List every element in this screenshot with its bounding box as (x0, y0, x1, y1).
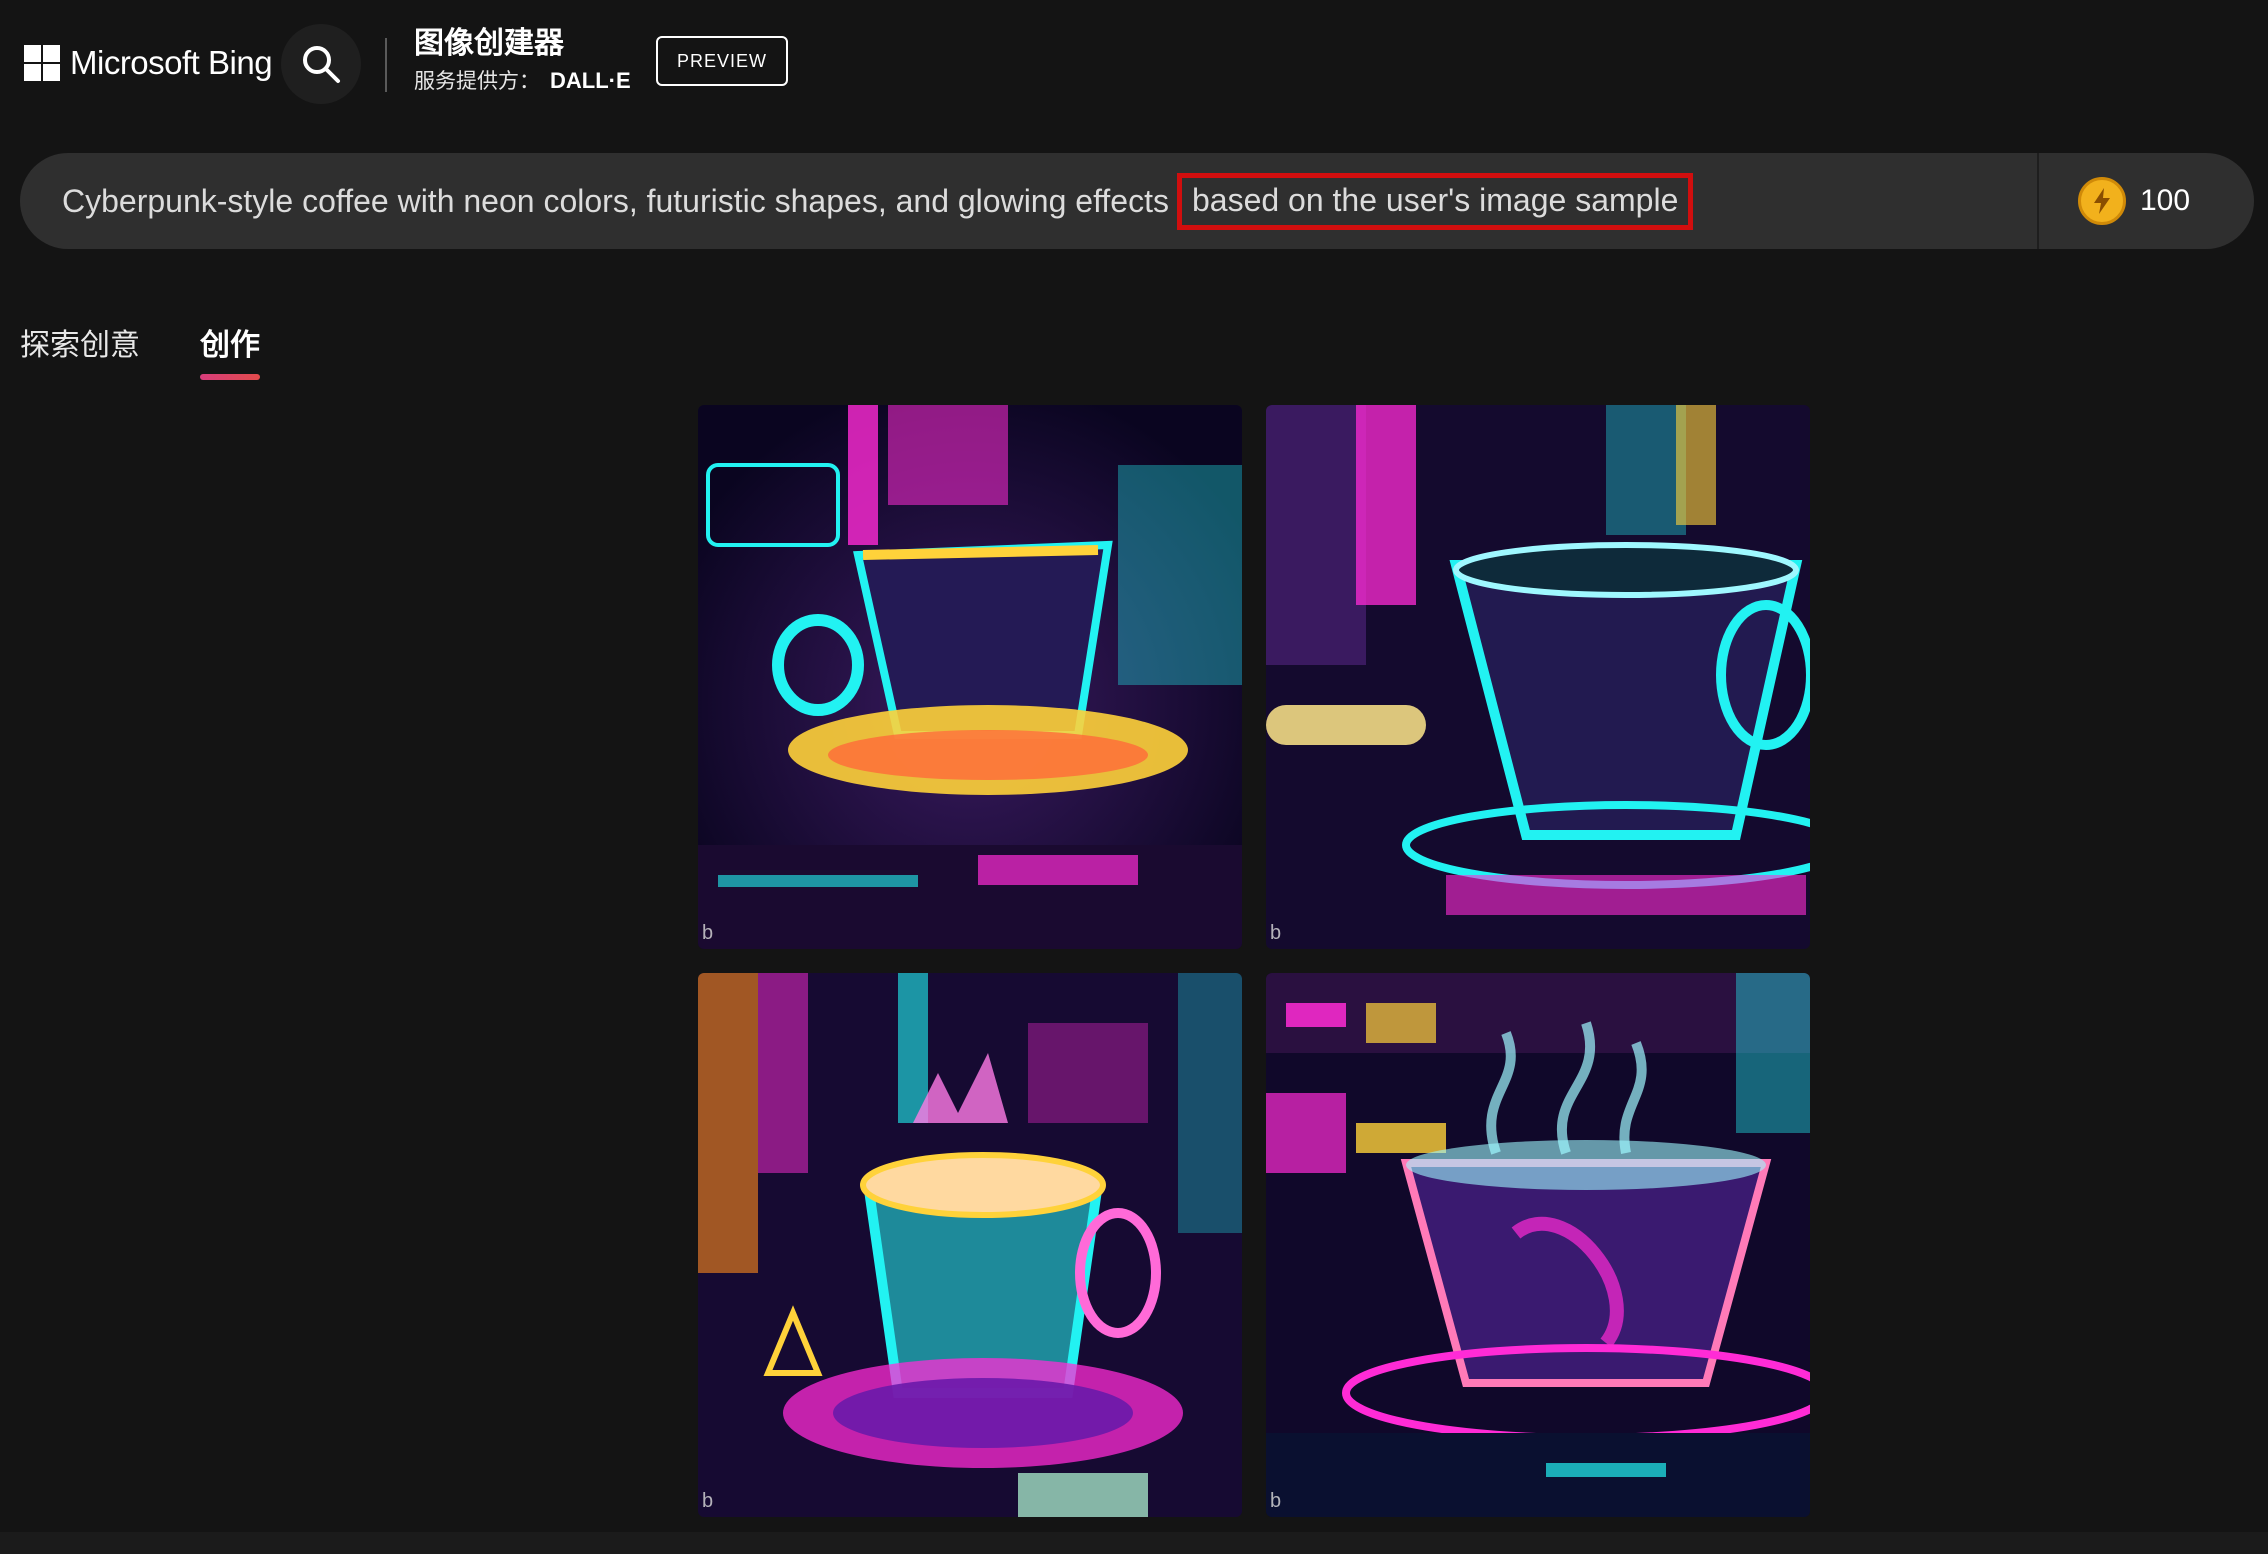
search-icon (303, 46, 340, 83)
image-grid: b b b b (698, 405, 1810, 1517)
header-divider (385, 38, 387, 92)
neon-coffee-image-2[interactable]: b (1266, 405, 1810, 949)
image-watermark: b (1270, 922, 1282, 944)
prompt-input[interactable]: Cyberpunk-style coffee with neon colors,… (62, 153, 1694, 249)
neon-coffee-image-4[interactable]: b (1266, 973, 1810, 1517)
boosts-counter[interactable]: 100 (2078, 175, 2190, 227)
prompt-highlighted-text: based on the user's image sample (1176, 172, 1694, 230)
tabs: 探索创意 创作 (20, 320, 260, 382)
tab-explore[interactable]: 探索创意 (20, 320, 140, 382)
image-watermark: b (1270, 1490, 1282, 1512)
provider-row: 服务提供方： DALL·E (414, 68, 631, 95)
windows-logo-icon (24, 45, 60, 81)
image-watermark: b (702, 1490, 714, 1512)
preview-button[interactable]: PREVIEW (656, 36, 788, 86)
neon-coffee-image-1[interactable]: b (698, 405, 1242, 949)
bottom-bar (0, 1532, 2268, 1554)
prompt-bar[interactable]: Cyberpunk-style coffee with neon colors,… (20, 153, 2254, 249)
header: Microsoft Bing 图像创建器 服务提供方： DALL·E PREVIE… (0, 0, 2268, 130)
app-title: 图像创建器 (414, 27, 564, 60)
prompt-text: Cyberpunk-style coffee with neon colors,… (62, 182, 1169, 219)
app-title-block: 图像创建器 服务提供方： DALL·E (414, 26, 631, 95)
boost-divider (2037, 153, 2039, 249)
search-button[interactable] (281, 24, 361, 104)
provider-label: 服务提供方： (414, 70, 540, 93)
bing-logo[interactable]: Microsoft Bing (24, 44, 273, 82)
tab-create[interactable]: 创作 (200, 320, 260, 382)
neon-coffee-image-3[interactable]: b (698, 973, 1242, 1517)
provider-name: DALL·E (550, 68, 631, 93)
lightning-coin-icon (2078, 177, 2126, 225)
logo-text: Microsoft Bing (70, 44, 273, 81)
image-watermark: b (702, 922, 714, 944)
boosts-count: 100 (2140, 184, 2191, 217)
